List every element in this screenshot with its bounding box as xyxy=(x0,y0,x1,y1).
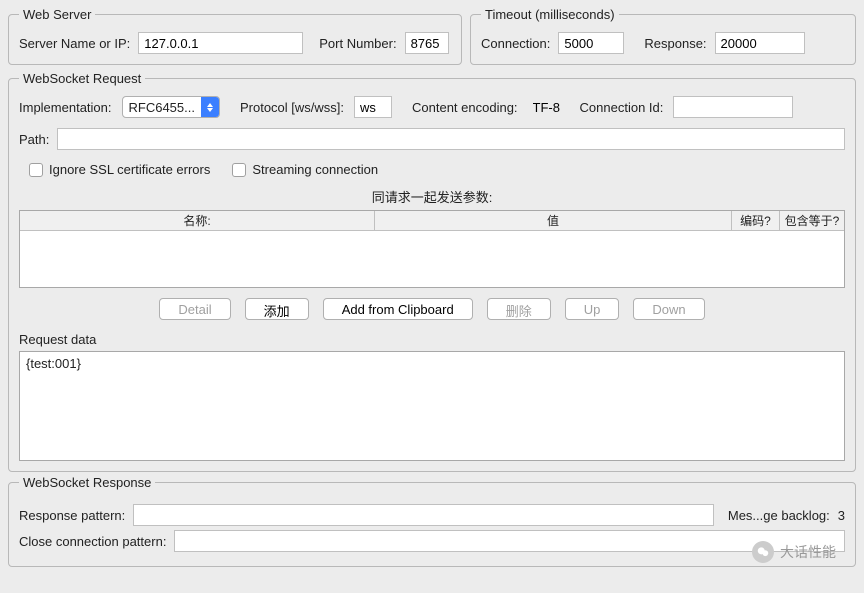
params-title: 同请求一起发送参数: xyxy=(19,187,845,206)
impl-select[interactable]: RFC6455... xyxy=(122,96,220,118)
delete-button[interactable]: 删除 xyxy=(487,298,551,320)
down-button[interactable]: Down xyxy=(633,298,704,320)
path-input[interactable] xyxy=(57,128,845,150)
web-server-legend: Web Server xyxy=(19,7,95,22)
port-input[interactable] xyxy=(405,32,449,54)
col-encode[interactable]: 编码? xyxy=(732,211,780,230)
timeout-legend: Timeout (milliseconds) xyxy=(481,7,619,22)
websocket-request-group: WebSocket Request Implementation: RFC645… xyxy=(8,71,856,472)
backlog-label: Mes...ge backlog: xyxy=(728,508,830,523)
resp-timeout-input[interactable] xyxy=(715,32,805,54)
enc-label: Content encoding: xyxy=(412,100,518,115)
request-data-input[interactable]: {test:001} xyxy=(19,351,845,461)
timeout-group: Timeout (milliseconds) Connection: Respo… xyxy=(470,7,856,65)
websocket-response-group: WebSocket Response Response pattern: Mes… xyxy=(8,475,856,567)
backlog-value: 3 xyxy=(838,508,845,523)
resp-timeout-label: Response: xyxy=(644,36,706,51)
impl-select-value: RFC6455... xyxy=(123,100,201,115)
checkbox-icon xyxy=(29,163,43,177)
close-pattern-input[interactable] xyxy=(174,530,845,552)
checkbox-icon xyxy=(232,163,246,177)
connid-input[interactable] xyxy=(673,96,793,118)
chevron-updown-icon xyxy=(201,96,219,118)
conn-timeout-label: Connection: xyxy=(481,36,550,51)
conn-timeout-input[interactable] xyxy=(558,32,624,54)
resp-pattern-label: Response pattern: xyxy=(19,508,125,523)
ws-response-legend: WebSocket Response xyxy=(19,475,155,490)
params-header: 名称: 值 编码? 包含等于? xyxy=(20,211,844,231)
request-data-label: Request data xyxy=(19,332,845,347)
path-label: Path: xyxy=(19,132,49,147)
proto-input[interactable] xyxy=(354,96,392,118)
add-clipboard-button[interactable]: Add from Clipboard xyxy=(323,298,473,320)
ws-request-legend: WebSocket Request xyxy=(19,71,145,86)
proto-label: Protocol [ws/wss]: xyxy=(240,100,344,115)
col-value[interactable]: 值 xyxy=(375,211,732,230)
request-data-value: {test:001} xyxy=(26,356,81,371)
up-button[interactable]: Up xyxy=(565,298,620,320)
ignore-ssl-checkbox[interactable]: Ignore SSL certificate errors xyxy=(29,162,210,177)
resp-pattern-input[interactable] xyxy=(133,504,714,526)
params-table[interactable]: 名称: 值 编码? 包含等于? xyxy=(19,210,845,288)
add-button[interactable]: 添加 xyxy=(245,298,309,320)
close-pattern-label: Close connection pattern: xyxy=(19,534,166,549)
streaming-label: Streaming connection xyxy=(252,162,378,177)
detail-button[interactable]: Detail xyxy=(159,298,230,320)
server-name-label: Server Name or IP: xyxy=(19,36,130,51)
streaming-checkbox[interactable]: Streaming connection xyxy=(232,162,378,177)
enc-input[interactable] xyxy=(528,96,570,118)
web-server-group: Web Server Server Name or IP: Port Numbe… xyxy=(8,7,462,65)
col-include[interactable]: 包含等于? xyxy=(780,211,844,230)
connid-label: Connection Id: xyxy=(580,100,664,115)
port-label: Port Number: xyxy=(319,36,396,51)
col-name[interactable]: 名称: xyxy=(20,211,375,230)
server-name-input[interactable] xyxy=(138,32,303,54)
impl-label: Implementation: xyxy=(19,100,112,115)
ignore-ssl-label: Ignore SSL certificate errors xyxy=(49,162,210,177)
